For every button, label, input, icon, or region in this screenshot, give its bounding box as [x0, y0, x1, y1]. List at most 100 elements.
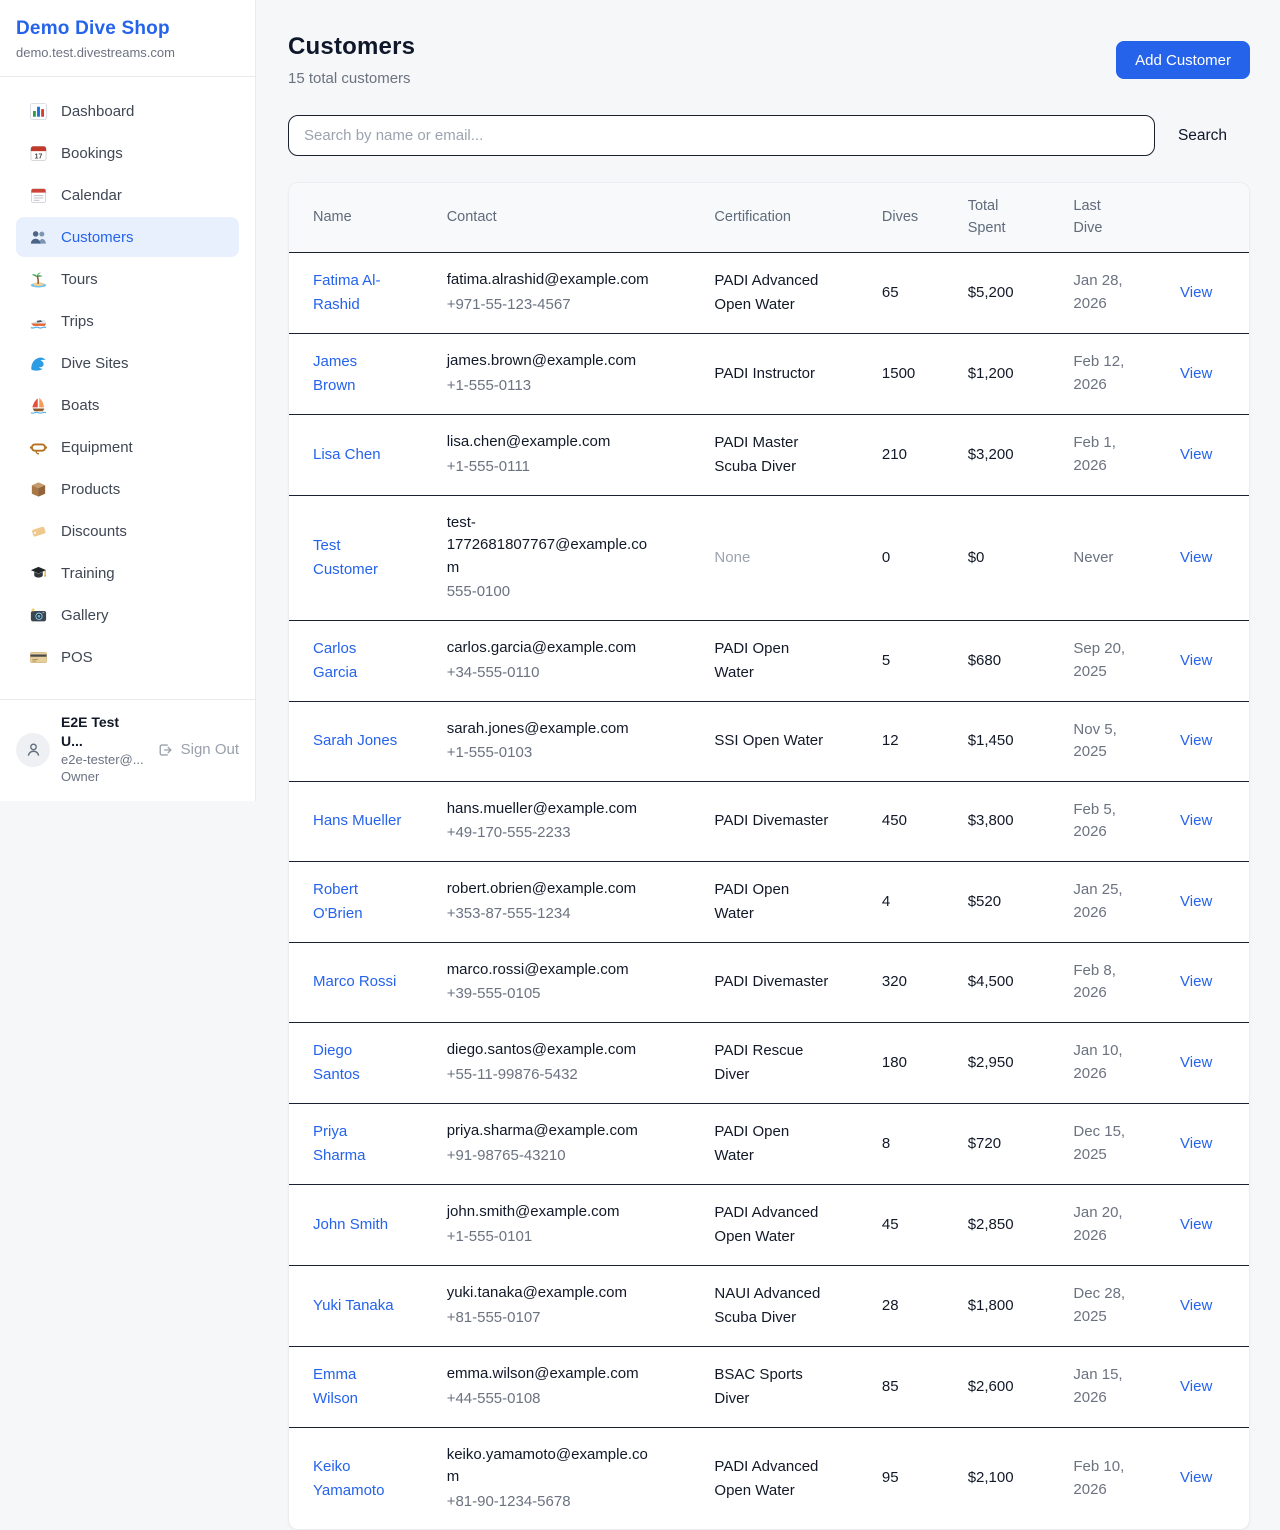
view-link[interactable]: View — [1180, 1216, 1212, 1233]
sidebar-item-label: Trips — [61, 313, 94, 330]
sidebar-item-label: Equipment — [61, 439, 133, 456]
add-customer-button[interactable]: Add Customer — [1116, 41, 1250, 79]
view-link[interactable]: View — [1180, 732, 1212, 749]
customer-name-link[interactable]: Sarah Jones — [313, 729, 397, 753]
sign-out-button[interactable]: Sign Out — [156, 741, 239, 759]
brand-domain: demo.test.divestreams.com — [16, 45, 239, 60]
customer-email: james.brown@example.com — [447, 350, 659, 373]
customer-dives: 0 — [870, 495, 956, 620]
sidebar-item-customers[interactable]: Customers — [16, 217, 239, 257]
view-link[interactable]: View — [1180, 1469, 1212, 1486]
customer-last-dive: Dec 28, 2025 — [1073, 1283, 1137, 1328]
table-row: Sarah Jones sarah.jones@example.com +1-5… — [289, 701, 1249, 781]
col-name: Name — [289, 183, 435, 252]
customer-phone: +81-90-1234-5678 — [447, 1491, 691, 1514]
customer-last-dive: Feb 12, 2026 — [1073, 351, 1137, 396]
bookings-icon: 17 — [28, 143, 48, 163]
sidebar-item-discounts[interactable]: Discounts — [16, 511, 239, 551]
sidebar-item-bookings[interactable]: 17 Bookings — [16, 133, 239, 173]
customer-name-link[interactable]: Carlos Garcia — [313, 637, 403, 685]
view-link[interactable]: View — [1180, 284, 1212, 301]
customer-certification: PADI Advanced Open Water — [714, 1201, 832, 1249]
brand-title: Demo Dive Shop — [16, 18, 239, 40]
sidebar-item-pos[interactable]: POS — [16, 637, 239, 677]
customer-certification: PADI Open Water — [714, 1120, 832, 1168]
customer-name-link[interactable]: Emma Wilson — [313, 1363, 403, 1411]
customer-last-dive: Feb 1, 2026 — [1073, 432, 1137, 477]
customer-total-spent: $520 — [956, 861, 1062, 942]
sidebar-item-training[interactable]: Training — [16, 553, 239, 593]
customer-phone: +1-555-0103 — [447, 742, 691, 765]
customer-name-link[interactable]: Robert O'Brien — [313, 878, 403, 926]
customer-total-spent: $1,450 — [956, 701, 1062, 781]
customer-dives: 210 — [870, 414, 956, 495]
view-link[interactable]: View — [1180, 1054, 1212, 1071]
camera-icon — [28, 605, 48, 625]
sidebar-item-boats[interactable]: Boats — [16, 385, 239, 425]
view-link[interactable]: View — [1180, 446, 1212, 463]
customer-total-spent: $0 — [956, 495, 1062, 620]
sidebar-item-label: Customers — [61, 229, 134, 246]
customer-name-link[interactable]: Lisa Chen — [313, 443, 381, 467]
customer-name-link[interactable]: Diego Santos — [313, 1039, 403, 1087]
view-link[interactable]: View — [1180, 893, 1212, 910]
tag-icon — [28, 521, 48, 541]
col-last-dive: Last Dive — [1061, 183, 1168, 252]
customer-name-link[interactable]: John Smith — [313, 1213, 388, 1237]
customer-name-link[interactable]: Priya Sharma — [313, 1120, 403, 1168]
customer-name-link[interactable]: Hans Mueller — [313, 809, 401, 833]
brand: Demo Dive Shop demo.test.divestreams.com — [0, 0, 255, 77]
sidebar-item-calendar[interactable]: Calendar — [16, 175, 239, 215]
tours-icon — [28, 269, 48, 289]
view-link[interactable]: View — [1180, 812, 1212, 829]
sidebar-item-label: Gallery — [61, 607, 109, 624]
customer-name-link[interactable]: Yuki Tanaka — [313, 1294, 394, 1318]
customers-icon — [28, 227, 48, 247]
customer-email: marco.rossi@example.com — [447, 959, 659, 982]
sign-out-icon — [156, 741, 174, 759]
view-link[interactable]: View — [1180, 1378, 1212, 1395]
view-link[interactable]: View — [1180, 365, 1212, 382]
sidebar-item-gallery[interactable]: Gallery — [16, 595, 239, 635]
customer-certification: NAUI Advanced Scuba Diver — [714, 1282, 832, 1330]
customer-name-link[interactable]: Marco Rossi — [313, 970, 396, 994]
customer-name-link[interactable]: Keiko Yamamoto — [313, 1455, 403, 1503]
col-actions — [1168, 183, 1249, 252]
customer-name-link[interactable]: Fatima Al-Rashid — [313, 269, 403, 317]
customer-phone: +34-555-0110 — [447, 662, 691, 685]
table-row: Yuki Tanaka yuki.tanaka@example.com +81-… — [289, 1265, 1249, 1346]
view-link[interactable]: View — [1180, 652, 1212, 669]
customer-total-spent: $2,600 — [956, 1346, 1062, 1427]
view-link[interactable]: View — [1180, 549, 1212, 566]
sidebar-item-label: Training — [61, 565, 115, 582]
col-total-spent: Total Spent — [956, 183, 1062, 252]
customer-certification: PADI Advanced Open Water — [714, 269, 832, 317]
search-button[interactable]: Search — [1155, 127, 1250, 145]
credit-card-icon — [28, 647, 48, 667]
view-link[interactable]: View — [1180, 1297, 1212, 1314]
sidebar-item-tours[interactable]: Tours — [16, 259, 239, 299]
customer-last-dive: Never — [1073, 547, 1113, 570]
customer-name-link[interactable]: Test Customer — [313, 534, 403, 582]
customer-total-spent: $680 — [956, 620, 1062, 701]
customer-total-spent: $1,800 — [956, 1265, 1062, 1346]
sidebar-item-equipment[interactable]: Equipment — [16, 427, 239, 467]
customer-name-link[interactable]: James Brown — [313, 350, 403, 398]
svg-text:17: 17 — [34, 152, 42, 160]
customer-certification: BSAC Sports Diver — [714, 1363, 832, 1411]
customer-certification: SSI Open Water — [714, 729, 823, 753]
dashboard-icon — [28, 101, 48, 121]
sidebar-item-label: Tours — [61, 271, 98, 288]
search-input[interactable] — [288, 115, 1155, 156]
sidebar-item-dashboard[interactable]: Dashboard — [16, 91, 239, 131]
sidebar-item-products[interactable]: Products — [16, 469, 239, 509]
sidebar-item-trips[interactable]: Trips — [16, 301, 239, 341]
view-link[interactable]: View — [1180, 1135, 1212, 1152]
sidebar-item-label: POS — [61, 649, 93, 666]
customer-certification: PADI Rescue Diver — [714, 1039, 832, 1087]
main-content: Customers 15 total customers Add Custome… — [288, 0, 1250, 1530]
sidebar-item-dive-sites[interactable]: Dive Sites — [16, 343, 239, 383]
customer-email: fatima.alrashid@example.com — [447, 269, 659, 292]
customer-total-spent: $3,800 — [956, 781, 1062, 861]
view-link[interactable]: View — [1180, 973, 1212, 990]
